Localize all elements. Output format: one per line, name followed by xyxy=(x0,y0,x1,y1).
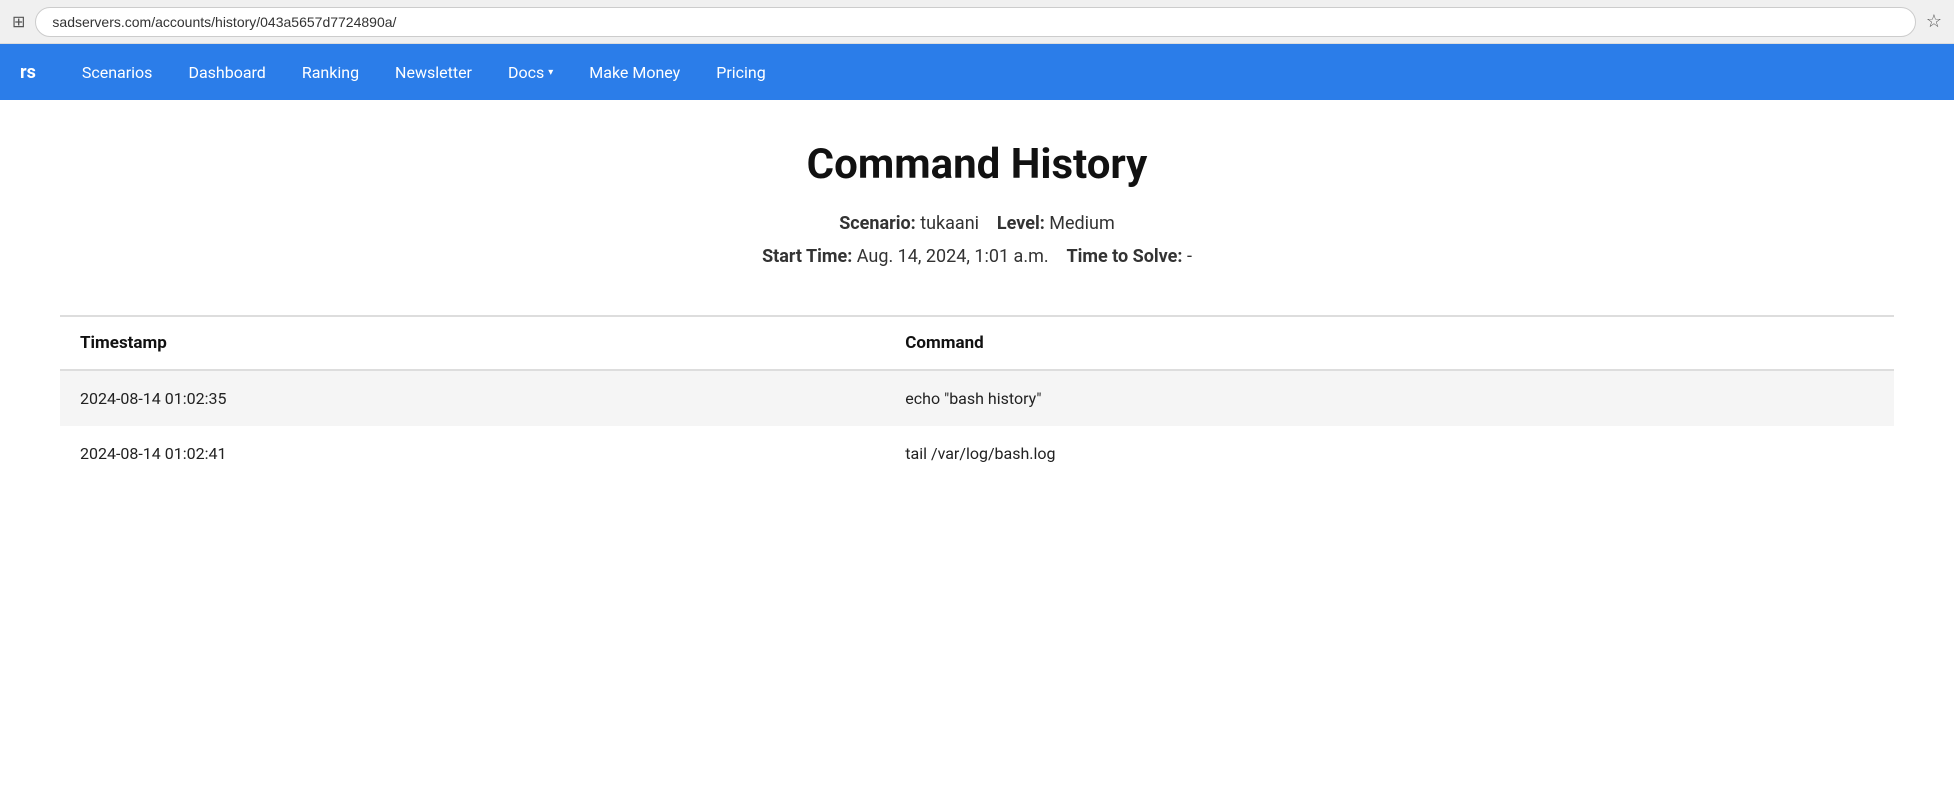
address-input[interactable] xyxy=(35,7,1915,37)
nav-item-docs-label: Docs xyxy=(508,63,544,82)
start-time-label: Start Time: xyxy=(762,246,852,267)
level-label: Level: xyxy=(997,213,1045,234)
nav-item-newsletter[interactable]: Newsletter xyxy=(379,55,488,90)
scenario-value: tukaani xyxy=(920,213,979,234)
brand-logo: rs xyxy=(20,62,36,83)
col-header-command: Command xyxy=(885,316,1894,370)
nav-item-make-money[interactable]: Make Money xyxy=(573,55,696,90)
nav-item-dashboard[interactable]: Dashboard xyxy=(172,55,281,90)
history-table: Timestamp Command 2024-08-14 01:02:35ech… xyxy=(60,315,1894,481)
nav-items: Scenarios Dashboard Ranking Newsletter D… xyxy=(66,55,782,90)
col-header-timestamp: Timestamp xyxy=(60,316,885,370)
nav-item-ranking[interactable]: Ranking xyxy=(286,55,375,90)
timing-meta-row: Start Time: Aug. 14, 2024, 1:01 a.m. Tim… xyxy=(60,246,1894,267)
browser-menu-icon[interactable]: ⊞ xyxy=(12,12,25,31)
level-value: Medium xyxy=(1049,213,1115,234)
bookmark-star-icon[interactable]: ☆ xyxy=(1926,11,1942,32)
address-bar: ⊞ ☆ xyxy=(0,0,1954,44)
start-time-value: Aug. 14, 2024, 1:01 a.m. xyxy=(857,246,1049,267)
nav-item-docs[interactable]: Docs ▾ xyxy=(492,55,569,90)
nav-item-scenarios[interactable]: Scenarios xyxy=(66,55,169,90)
docs-dropdown-arrow-icon: ▾ xyxy=(548,67,553,78)
scenario-label: Scenario: xyxy=(839,213,916,234)
cell-timestamp: 2024-08-14 01:02:41 xyxy=(60,426,885,481)
page-title: Command History xyxy=(60,140,1894,189)
main-content: Command History Scenario: tukaani Level:… xyxy=(0,100,1954,521)
scenario-meta-row: Scenario: tukaani Level: Medium xyxy=(60,213,1894,234)
time-to-solve-value: - xyxy=(1187,246,1192,267)
table-row: 2024-08-14 01:02:35echo "bash history" xyxy=(60,370,1894,426)
cell-command: echo "bash history" xyxy=(885,370,1894,426)
navbar: rs Scenarios Dashboard Ranking Newslette… xyxy=(0,44,1954,100)
cell-command: tail /var/log/bash.log xyxy=(885,426,1894,481)
table-row: 2024-08-14 01:02:41tail /var/log/bash.lo… xyxy=(60,426,1894,481)
table-header-row: Timestamp Command xyxy=(60,316,1894,370)
nav-item-pricing[interactable]: Pricing xyxy=(700,55,782,90)
time-to-solve-label: Time to Solve: xyxy=(1066,246,1182,267)
cell-timestamp: 2024-08-14 01:02:35 xyxy=(60,370,885,426)
